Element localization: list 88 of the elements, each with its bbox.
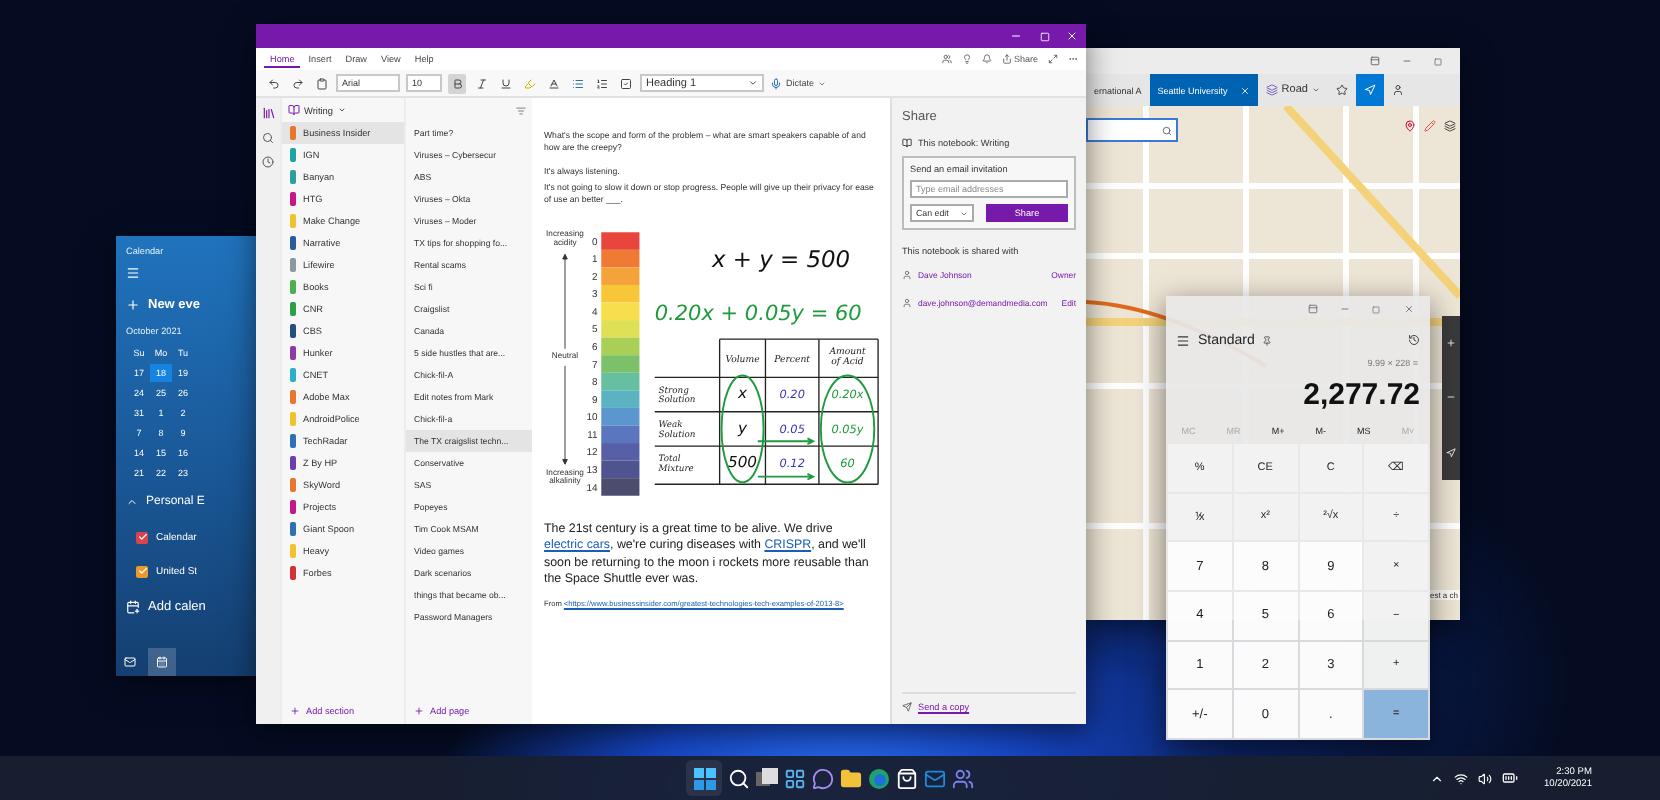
undo-icon <box>267 77 279 89</box>
task-view-icon[interactable] <box>756 767 778 789</box>
bold-icon <box>451 77 463 89</box>
history-icon[interactable] <box>1408 334 1420 346</box>
notebook-icon <box>288 104 300 116</box>
volume-icon[interactable] <box>1477 771 1492 785</box>
plus-icon <box>414 706 424 716</box>
wifi-icon[interactable] <box>1453 771 1468 785</box>
numbered-list-icon <box>595 77 607 89</box>
handwritten-equation: x + y = 500 <box>712 244 851 273</box>
clipboard-icon <box>315 77 327 89</box>
menu-icon[interactable] <box>126 266 140 280</box>
widgets-icon[interactable] <box>784 767 806 789</box>
clipboard-button[interactable] <box>312 73 330 93</box>
notebook-icon <box>902 138 912 148</box>
person-icon <box>902 269 912 279</box>
browser-icon[interactable] <box>868 767 890 789</box>
minimize-icon <box>1401 56 1411 66</box>
zoom-out-icon[interactable] <box>1446 392 1456 403</box>
star-icon <box>1335 84 1348 96</box>
table-cell: y <box>738 418 748 437</box>
table-cell: 500 <box>728 453 758 472</box>
chat-icon[interactable] <box>812 767 834 789</box>
navigation-arrow-icon <box>1363 84 1376 96</box>
mail-icon <box>124 656 136 668</box>
shopping-bag-icon[interactable] <box>896 767 918 789</box>
people-icon[interactable] <box>952 767 974 789</box>
menu-icon[interactable] <box>1176 333 1190 347</box>
handwritten-equation: 0.20x + 0.05y = 60 <box>654 302 862 327</box>
close-icon <box>1066 30 1078 42</box>
font-color-icon <box>547 77 559 89</box>
italic-icon <box>475 77 487 89</box>
checkbox[interactable] <box>136 565 148 577</box>
bell-icon[interactable] <box>981 54 992 64</box>
bold-button[interactable] <box>448 73 466 93</box>
window-icon <box>1307 304 1317 314</box>
window-icon <box>1369 56 1379 66</box>
undo-button[interactable] <box>264 73 282 93</box>
maximize-icon <box>1039 31 1049 41</box>
table-cell: x <box>738 384 748 403</box>
checkbox-icon <box>619 77 631 89</box>
calendar-icon <box>156 656 168 668</box>
redo-button[interactable] <box>288 73 306 93</box>
start-button[interactable] <box>686 760 722 796</box>
navigation-arrow-icon[interactable] <box>1446 447 1456 458</box>
search-field[interactable] <box>1086 118 1178 142</box>
checkbox[interactable] <box>136 531 148 543</box>
calendar-plus-icon <box>126 599 140 613</box>
redo-icon <box>291 77 303 89</box>
pin-icon[interactable] <box>1404 120 1416 132</box>
expand-icon[interactable] <box>1048 54 1058 64</box>
italic-button[interactable] <box>472 73 490 93</box>
microphone-icon <box>770 77 782 89</box>
calendar-nav-button[interactable] <box>148 648 176 676</box>
notebooks-icon[interactable] <box>261 106 275 120</box>
pin-icon[interactable] <box>1262 335 1273 345</box>
maximize-icon <box>1434 57 1442 65</box>
minimize-icon <box>1339 304 1349 314</box>
up-arrow <box>562 253 568 350</box>
chevron-icon[interactable] <box>1429 771 1444 785</box>
checkbox-button[interactable] <box>616 73 634 93</box>
pen-icon[interactable] <box>1424 120 1436 132</box>
directions-button[interactable] <box>1355 74 1384 106</box>
share-icon <box>1001 54 1012 64</box>
down-arrow <box>562 365 568 465</box>
bullet-list-icon <box>571 77 583 89</box>
lightbulb-icon[interactable] <box>961 54 972 64</box>
zoom-in-icon[interactable] <box>1446 338 1456 349</box>
search-icon <box>1162 125 1172 135</box>
chevron-icon <box>748 78 758 88</box>
battery-icon[interactable] <box>1501 770 1518 786</box>
people-icon[interactable] <box>941 54 952 64</box>
mail-icon[interactable] <box>924 767 946 789</box>
person-icon <box>902 297 912 307</box>
plus-icon <box>126 297 140 311</box>
clock-icon[interactable] <box>262 156 274 168</box>
windows-logo-icon <box>693 767 715 789</box>
layers-icon <box>1265 84 1278 96</box>
underline-icon <box>499 77 511 89</box>
folder-icon[interactable] <box>840 767 862 789</box>
layers-icon[interactable] <box>1444 120 1456 132</box>
plus-icon <box>290 706 300 716</box>
maximize-icon <box>1372 305 1380 313</box>
person-icon <box>1391 84 1404 96</box>
result-display: 2,277.72 <box>1303 376 1422 416</box>
send-icon <box>902 702 912 712</box>
highlighter-icon <box>523 77 535 89</box>
minimize-icon <box>1010 30 1022 42</box>
